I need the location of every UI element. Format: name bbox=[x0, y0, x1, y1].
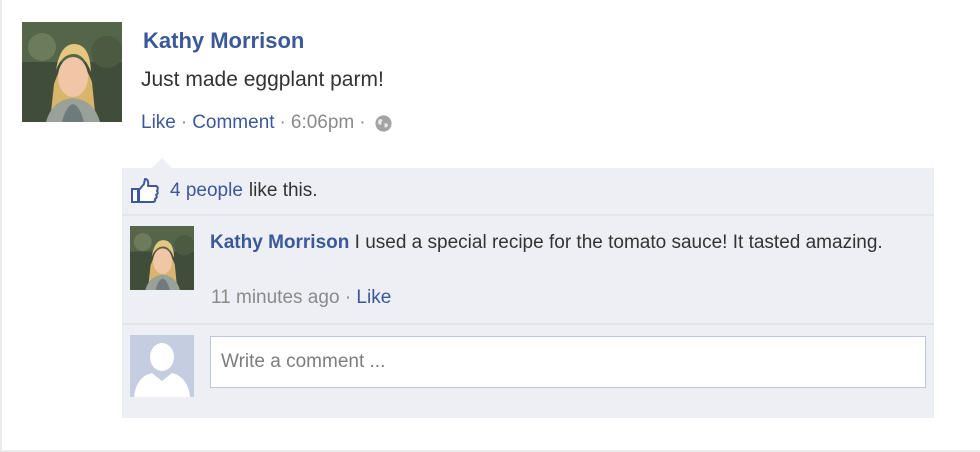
globe-icon[interactable] bbox=[374, 114, 393, 133]
panel-divider bbox=[122, 214, 934, 216]
author-avatar[interactable] bbox=[22, 22, 122, 122]
panel-divider bbox=[122, 323, 934, 325]
post-meta: Like · Comment · 6:06pm · bbox=[141, 112, 393, 134]
thumbs-up-icon bbox=[130, 177, 160, 205]
comment-like-link[interactable]: Like bbox=[356, 287, 391, 308]
comment-body: Kathy Morrison I used a special recipe f… bbox=[210, 228, 910, 258]
likes-suffix: like this. bbox=[248, 180, 318, 201]
comment-meta: 11 minutes ago · Like bbox=[211, 287, 391, 309]
commenter-photo bbox=[130, 226, 194, 290]
viewer-avatar bbox=[130, 335, 194, 397]
commenter-avatar[interactable] bbox=[130, 226, 194, 290]
comment-timestamp[interactable]: 11 minutes ago bbox=[211, 287, 340, 308]
meta-separator: · bbox=[344, 287, 352, 308]
meta-separator: · bbox=[359, 112, 366, 133]
panel-pointer bbox=[152, 158, 172, 168]
comment-author-name[interactable]: Kathy Morrison bbox=[210, 232, 349, 253]
likes-count-link[interactable]: 4 people bbox=[170, 180, 243, 202]
likes-row: 4 people like this. bbox=[122, 168, 934, 214]
post-text: Just made eggplant parm! bbox=[141, 68, 384, 91]
frame-left-border bbox=[0, 0, 2, 452]
post-timestamp[interactable]: 6:06pm bbox=[291, 112, 354, 134]
comment-input[interactable] bbox=[210, 336, 926, 388]
author-photo bbox=[22, 22, 122, 122]
comment-link[interactable]: Comment bbox=[192, 112, 274, 134]
meta-separator: · bbox=[279, 112, 286, 133]
comment-text: I used a special recipe for the tomato s… bbox=[354, 232, 883, 253]
post-author-name[interactable]: Kathy Morrison bbox=[143, 28, 304, 54]
default-silhouette-icon bbox=[130, 335, 194, 397]
meta-separator: · bbox=[180, 112, 188, 133]
like-link[interactable]: Like bbox=[141, 112, 176, 134]
